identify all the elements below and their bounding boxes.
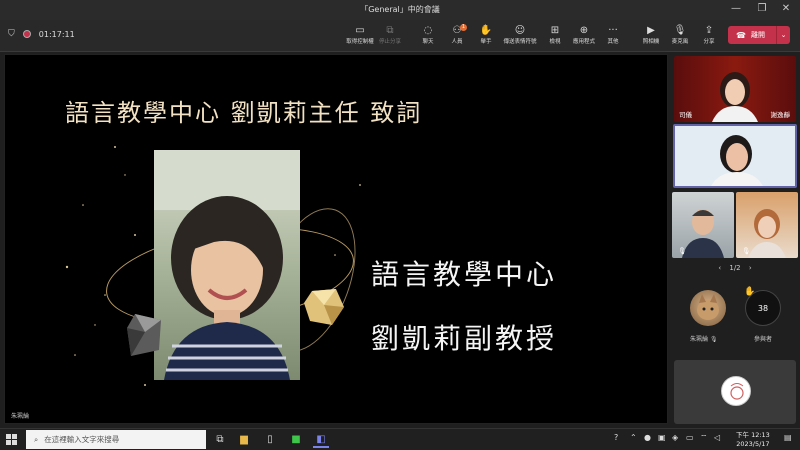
tray-app-icon[interactable]: ◈: [672, 433, 678, 442]
slide-title: 語言教學中心 劉凱莉主任 致詞: [65, 99, 423, 127]
recording-icon: [22, 30, 31, 38]
mic-muted-icon: 🎙: [742, 247, 751, 255]
search-placeholder: 在這裡輸入文字來搜尋: [44, 435, 120, 444]
participant-name: 謝逸靜: [770, 111, 791, 119]
help-icon[interactable]: ?: [614, 433, 618, 442]
avatar[interactable]: [690, 290, 726, 326]
leave-label: 離開: [750, 31, 765, 39]
network-icon[interactable]: ⌔: [700, 433, 708, 443]
window-title: 「General」中的會議: [360, 5, 440, 14]
shared-screen: 語言教學中心 劉凱莉主任 致詞 語言教學中心 劉凱莉副教授 朱珮綸: [4, 54, 668, 424]
video-tile-host[interactable]: 司儀 謝逸靜: [674, 56, 796, 122]
tray-app-icon[interactable]: ▣: [658, 433, 666, 442]
maximize-icon[interactable]: ❐: [752, 3, 772, 14]
start-button[interactable]: [6, 434, 17, 445]
window-titlebar: 「General」中的會議 — ❐ ✕: [0, 0, 800, 20]
crystal-decoration: [127, 314, 161, 356]
slide-speaker: 劉凱莉副教授: [371, 322, 558, 355]
chevron-left-icon[interactable]: ‹: [718, 264, 721, 272]
stop-sharing-button[interactable]: ⧉ 停止分享: [370, 24, 410, 50]
slide-dept: 語言教學中心: [371, 258, 558, 291]
mic-muted-icon: 🎙: [709, 336, 718, 343]
teams-icon[interactable]: ◧: [313, 432, 329, 448]
more-icon: ···: [608, 25, 618, 36]
reactions-button[interactable]: ☺ 傳送表情符號: [500, 24, 540, 50]
presenter-name: 朱珮綸: [11, 413, 30, 420]
file-explorer-icon[interactable]: ▆: [236, 432, 252, 448]
share-button[interactable]: ⇪ 分享: [689, 24, 729, 50]
video-tile-speaker[interactable]: [673, 124, 797, 188]
taskbar-search[interactable]: ⌕ 在這裡輸入文字來搜尋: [26, 430, 206, 449]
shield-icon: ⛉: [8, 29, 15, 39]
task-view-icon[interactable]: ⧉: [212, 432, 228, 448]
avatar: [721, 376, 751, 406]
more-button[interactable]: ··· 其他: [593, 24, 633, 50]
avatar-name: 朱珮綸 🎙: [690, 336, 718, 343]
chevron-down-icon[interactable]: ⌄: [776, 26, 790, 44]
mic-muted-icon: 🎙: [678, 247, 687, 255]
search-icon: ⌕: [34, 434, 39, 444]
meeting-timer: 01:17:11: [38, 29, 75, 39]
self-preview[interactable]: [674, 360, 796, 424]
raise-hand-icon: ✋: [744, 287, 756, 297]
volume-icon[interactable]: ◁: [714, 433, 720, 442]
close-icon[interactable]: ✕: [776, 3, 796, 14]
attendee-label: 參與者: [754, 336, 773, 343]
chevron-up-icon[interactable]: ⌃: [630, 433, 637, 442]
video-tile-participant[interactable]: 🎙: [672, 192, 734, 258]
minimize-icon[interactable]: —: [726, 3, 746, 14]
host-label: 司儀: [679, 111, 692, 119]
chevron-right-icon[interactable]: ›: [749, 264, 752, 272]
hangup-icon: ☎: [736, 30, 746, 40]
participant-panel: 司儀 謝逸靜 🎙 🎙 ‹ 1/2 › 朱珮綸 🎙 38 ✋ 參與者: [670, 54, 800, 424]
gallery-pager: ‹ 1/2 ›: [670, 264, 800, 272]
share-icon: ⇪: [704, 25, 714, 36]
taskbar: ⌕ 在這裡輸入文字來搜尋 ⧉ ▆ ▯ ■ ◧ ? ⌃ ● ▣ ◈ ▭ ⌔ ◁ 下…: [0, 428, 800, 450]
crystal-decoration: [304, 289, 344, 325]
document-icon[interactable]: ▯: [262, 432, 278, 448]
reactions-icon: ☺: [514, 25, 526, 36]
line-app-icon[interactable]: ■: [288, 432, 304, 448]
system-clock[interactable]: 下午 12:13 2023/5/17: [736, 431, 770, 449]
meeting-toolbar: ⛉ 01:17:11 ▭ 取得控制權 ⧉ 停止分享 ◌ 聊天 ⚇ 1 人員 ✋ …: [0, 20, 800, 52]
page-indicator: 1/2: [729, 264, 741, 272]
leave-button[interactable]: ☎ 離開 ⌄: [728, 26, 790, 44]
battery-icon[interactable]: ▭: [686, 433, 694, 442]
speaker-photo: [154, 150, 300, 380]
tray-app-icon[interactable]: ●: [644, 433, 651, 442]
notification-icon[interactable]: ▤: [784, 433, 792, 442]
stop-sharing-icon: ⧉: [386, 25, 394, 36]
video-tile-participant[interactable]: 🎙: [736, 192, 798, 258]
